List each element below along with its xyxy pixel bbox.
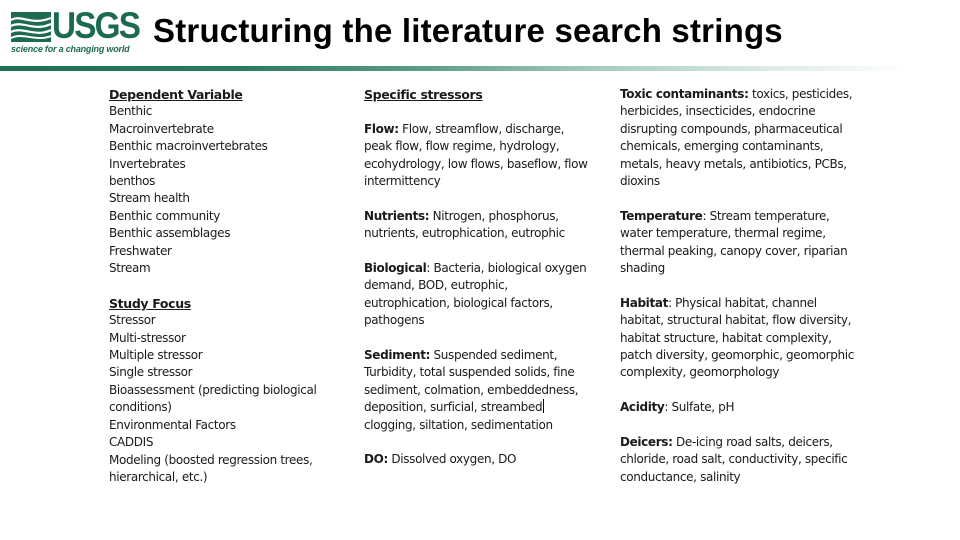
list-item: Stream health [109, 191, 190, 206]
list-item: Bioassessment (predicting biological con… [109, 382, 317, 415]
list-item: Single stressor [109, 365, 193, 380]
dependent-variable-heading: Dependent Variable [109, 87, 243, 102]
slide-title: Structuring the literature search string… [153, 12, 783, 49]
stressor-group-deicers: Deicers: De-icing road salts, deicers, c… [620, 434, 855, 486]
stressor-label: Toxic contaminants: [620, 87, 749, 101]
list-item: Multi-stressor [109, 330, 186, 345]
logo-wordmark: USGS [52, 5, 141, 46]
list-item: Benthic [109, 104, 153, 119]
logo-tagline: science for a changing world [11, 44, 130, 54]
stressor-group-habitat: Habitat: Physical habitat, channel habit… [620, 295, 855, 382]
stressor-label: Flow: [364, 121, 399, 136]
stressor-label: Nutrients: [364, 208, 430, 223]
list-item: Environmental Factors [109, 417, 236, 432]
usgs-logo: USGS science for a changing world [10, 6, 141, 56]
list-item: Multiple stressor [109, 348, 203, 363]
dependent-variable-list: Benthic Macroinvertebrate Benthic macroi… [109, 103, 344, 277]
specific-stressors-heading: Specific stressors [364, 87, 483, 102]
stressor-group-toxic-contaminants: Toxic contaminants: toxics, pesticides, … [620, 86, 855, 190]
stressor-label: DO: [364, 452, 388, 467]
stressor-label: Biological [364, 261, 427, 276]
stressor-label: Sediment: [364, 348, 431, 363]
list-item: Invertebrates [109, 156, 186, 171]
stressor-terms: Dissolved oxygen, DO [387, 452, 517, 467]
study-focus-heading: Study Focus [109, 295, 191, 311]
column-dependent-variable-and-study-focus: Dependent Variable Benthic Macroinverteb… [109, 86, 344, 486]
stressor-group-do: DO: Dissolved oxygen, DO [364, 451, 594, 468]
stressor-group-flow: Flow: Flow, streamflow, discharge, peak … [364, 121, 594, 191]
text-cursor [543, 399, 545, 414]
list-item: Macroinvertebrate [109, 121, 214, 136]
list-item: CADDIS [109, 435, 154, 450]
stressor-label: Deicers: [620, 435, 673, 450]
list-item: Freshwater [109, 243, 172, 258]
list-item: Benthic assemblages [109, 226, 231, 241]
column-specific-stressors: Specific stressors Flow: Flow, streamflo… [364, 86, 594, 469]
study-focus-list: Stressor Multi-stressor Multiple stresso… [109, 312, 344, 486]
stressor-group-temperature: Temperature: Stream temperature, water t… [620, 208, 855, 278]
stressor-group-nutrients: Nutrients: Nitrogen, phosphorus, nutrien… [364, 208, 594, 243]
stressor-group-acidity: Acidity: Sulfate, pH [620, 399, 855, 416]
list-item: Modeling (boosted regression trees, hier… [109, 452, 313, 484]
stressor-label: Temperature [620, 208, 703, 223]
list-item: Benthic macroinvertebrates [109, 139, 268, 154]
stressor-label: Habitat [620, 295, 668, 310]
stressor-terms: toxics, pesticides, herbicides, insectic… [620, 87, 853, 189]
header-divider [0, 66, 960, 71]
stressor-label: Acidity [620, 400, 665, 415]
column-more-stressors: Toxic contaminants: toxics, pesticides, … [620, 86, 855, 486]
stressor-terms-continued: clogging, siltation, sedimentation [364, 417, 553, 432]
usgs-wave-icon [11, 12, 51, 42]
stressor-group-biological: Biological: Bacteria, biological oxygen … [364, 260, 594, 330]
list-item: Benthic community [109, 208, 220, 223]
list-item: Stressor [109, 313, 156, 328]
list-item: Stream [109, 261, 151, 276]
list-item: benthos [109, 174, 156, 189]
stressor-terms: : Sulfate, pH [664, 400, 735, 415]
stressor-group-sediment[interactable]: Sediment: Suspended sediment, Turbidity,… [364, 347, 594, 434]
